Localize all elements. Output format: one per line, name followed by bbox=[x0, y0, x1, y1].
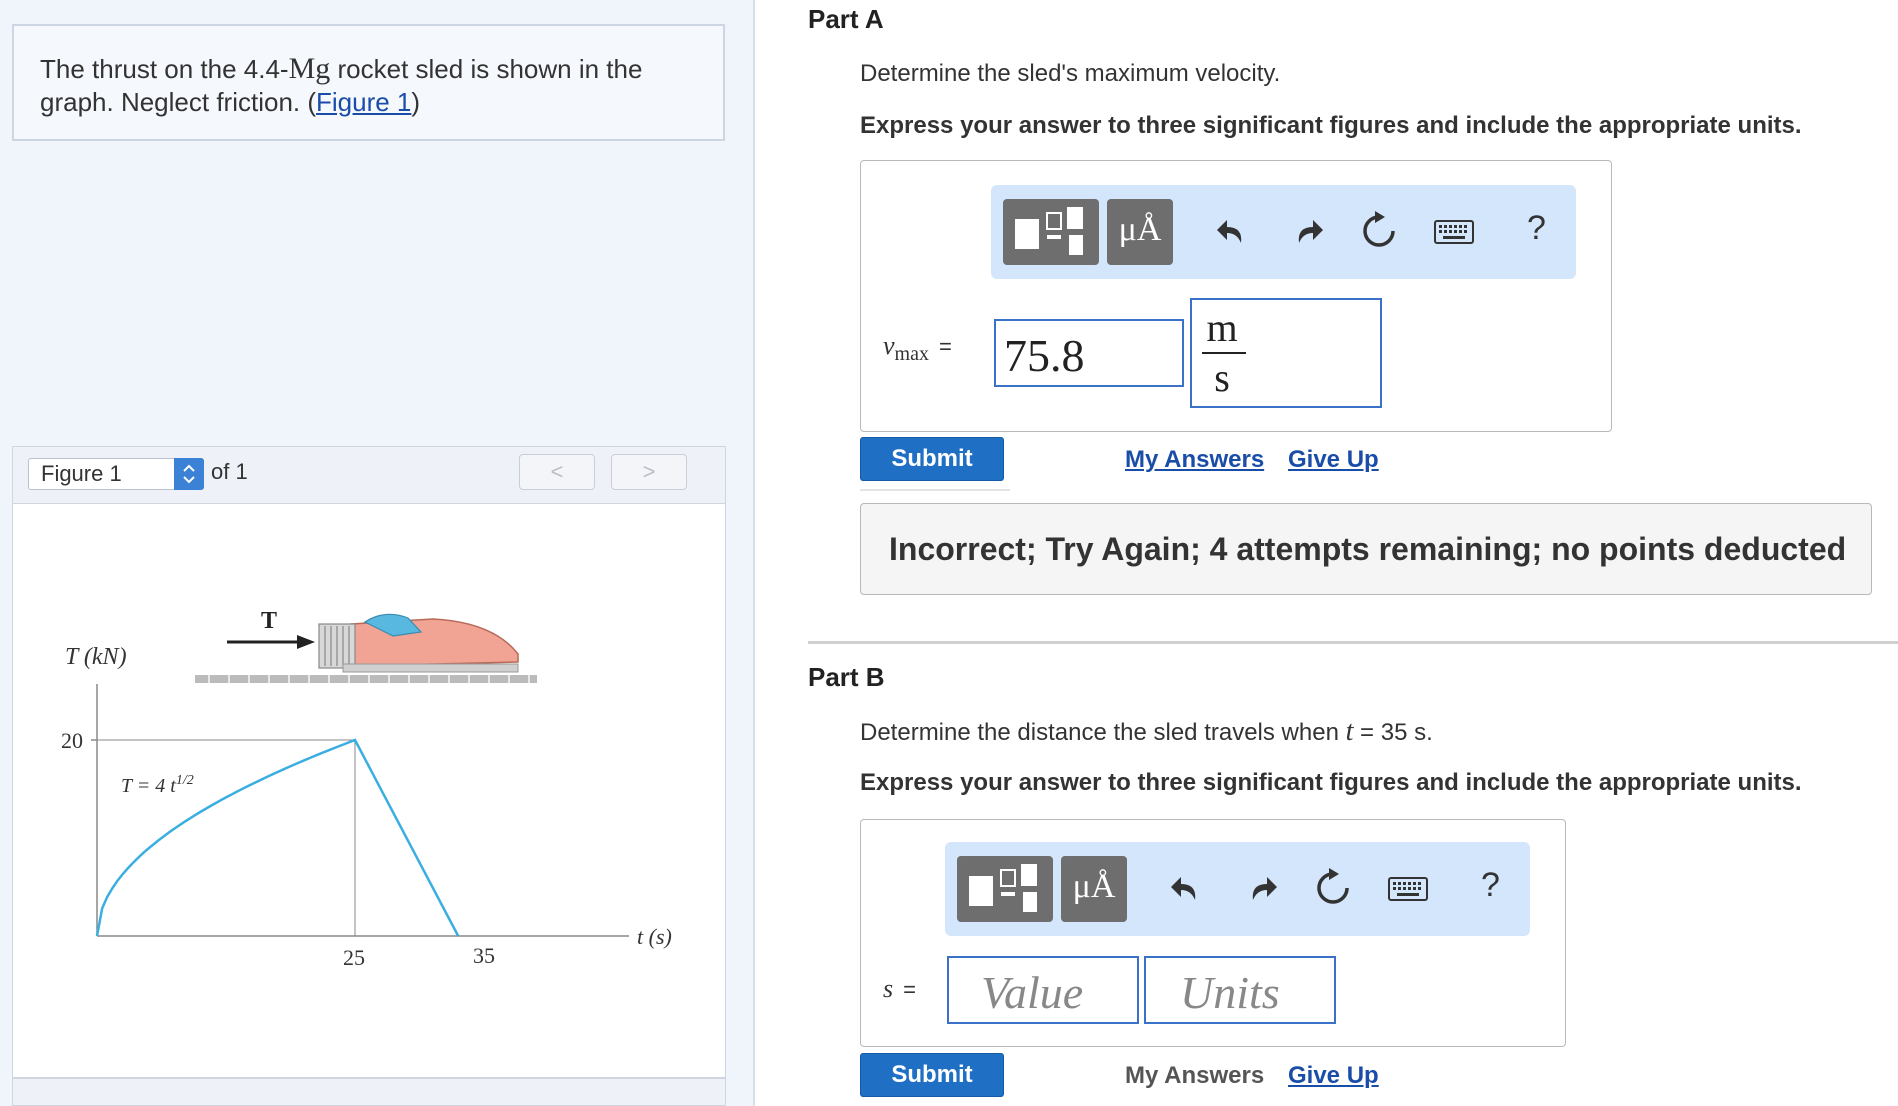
figure-count: of 1 bbox=[211, 459, 248, 484]
figure-select-value: Figure 1 bbox=[41, 461, 122, 486]
s-value-input[interactable]: Value bbox=[947, 956, 1139, 1024]
figure-panel: T T (kN) t (s) 20 25 35 T = 4 t1/2 bbox=[12, 504, 726, 1078]
problem-unit: Mg bbox=[288, 52, 331, 85]
y-tick-label: 20 bbox=[61, 728, 83, 753]
part-a-give-up-link[interactable]: Give Up bbox=[1288, 446, 1379, 474]
part-a-title: Part A bbox=[808, 4, 884, 34]
units-symbols-button[interactable]: μÅ bbox=[1107, 199, 1173, 265]
chevron-right-icon: > bbox=[642, 459, 656, 484]
part-b-question-before: Determine the distance the sled travels … bbox=[860, 719, 1346, 746]
templates-icon bbox=[969, 864, 1037, 912]
x-tick-label: 25 bbox=[343, 945, 365, 970]
chevron-left-icon: < bbox=[550, 459, 564, 484]
mu-angstrom-icon: μÅ bbox=[1118, 211, 1162, 248]
curve-label: T = 4 t1/2 bbox=[121, 773, 194, 797]
part-a-submit-button[interactable]: Submit bbox=[860, 437, 1004, 481]
part-a-toolbar: μÅ ? bbox=[991, 185, 1576, 279]
rail-track bbox=[195, 675, 537, 683]
feedback-message: Incorrect; Try Again; 4 attempts remaini… bbox=[860, 503, 1872, 595]
part-b-submit-button[interactable]: Submit bbox=[860, 1053, 1004, 1097]
part-b-question-after: = 35 s. bbox=[1353, 719, 1433, 746]
keyboard-icon[interactable] bbox=[1383, 866, 1433, 910]
x-tick-label: 35 bbox=[473, 943, 495, 968]
curve-label-main: T = 4 t bbox=[121, 775, 176, 797]
help-icon[interactable]: ? bbox=[1527, 209, 1546, 248]
vmax-value: 75.8 bbox=[1004, 330, 1085, 381]
part-a-instruction: Express your answer to three significant… bbox=[860, 112, 1802, 139]
curve-label-exponent: 1/2 bbox=[176, 773, 194, 788]
part-divider bbox=[808, 641, 1898, 644]
units-placeholder: Units bbox=[1180, 967, 1280, 1018]
vmax-units-input[interactable]: m s bbox=[1190, 298, 1382, 408]
x-axis-label: t (s) bbox=[637, 924, 672, 949]
figure-footer bbox=[12, 1078, 726, 1106]
thrust-curve bbox=[95, 738, 460, 937]
thrust-graph: T T (kN) t (s) 20 25 35 T = 4 t1/2 bbox=[61, 608, 672, 970]
unit-numerator: m bbox=[1206, 305, 1238, 350]
part-b-my-answers-label: My Answers bbox=[1125, 1062, 1265, 1089]
thrust-arrow-icon bbox=[227, 635, 315, 649]
undo-icon[interactable] bbox=[1165, 866, 1209, 910]
next-figure-button[interactable]: > bbox=[611, 454, 687, 490]
value-placeholder: Value bbox=[981, 967, 1084, 1018]
s-label: s = bbox=[883, 974, 916, 1004]
part-b-give-up-link[interactable]: Give Up bbox=[1288, 1062, 1379, 1090]
problem-close-paren: ) bbox=[411, 87, 421, 117]
figure-navigation: Figure 1 of 1 < > bbox=[12, 446, 726, 504]
thrust-label: T bbox=[261, 608, 277, 634]
units-symbols-button[interactable]: μÅ bbox=[1061, 856, 1127, 922]
problem-text-before: The thrust on the 4.4- bbox=[40, 54, 289, 84]
reset-icon[interactable] bbox=[1311, 866, 1355, 910]
templates-icon bbox=[1015, 207, 1083, 255]
problem-statement: The thrust on the 4.4-Mg rocket sled is … bbox=[12, 24, 725, 141]
help-icon[interactable]: ? bbox=[1481, 866, 1500, 905]
vmax-var: v bbox=[883, 331, 895, 360]
submit-underline bbox=[860, 489, 1010, 491]
vmax-value-input[interactable]: 75.8 bbox=[994, 319, 1184, 387]
part-b-instruction: Express your answer to three significant… bbox=[860, 769, 1802, 796]
s-var: s bbox=[883, 974, 894, 1003]
redo-icon[interactable] bbox=[1239, 866, 1283, 910]
select-arrows-icon bbox=[174, 458, 204, 490]
templates-button[interactable] bbox=[1003, 199, 1099, 265]
y-axis-label: T (kN) bbox=[65, 644, 127, 670]
part-b-answer-box: μÅ ? s = Value Units bbox=[860, 819, 1566, 1047]
vmax-subscript: max bbox=[894, 343, 929, 365]
prev-figure-button[interactable]: < bbox=[519, 454, 595, 490]
part-a-question: Determine the sled's maximum velocity. bbox=[860, 60, 1281, 87]
unit-denominator: s bbox=[1214, 355, 1230, 400]
mu-angstrom-icon: μÅ bbox=[1072, 868, 1116, 905]
part-a-my-answers-link[interactable]: My Answers bbox=[1125, 446, 1264, 474]
fraction-bar bbox=[1202, 352, 1246, 354]
vmax-label: vmax = bbox=[883, 331, 952, 365]
part-b-toolbar: μÅ ? bbox=[945, 842, 1530, 936]
vmax-equals: = bbox=[938, 334, 952, 359]
figure-link[interactable]: Figure 1 bbox=[316, 87, 411, 117]
part-b-question: Determine the distance the sled travels … bbox=[860, 716, 1433, 748]
rocket-sled-icon bbox=[318, 613, 519, 673]
templates-button[interactable] bbox=[957, 856, 1053, 922]
undo-icon[interactable] bbox=[1211, 209, 1255, 253]
left-panel: The thrust on the 4.4-Mg rocket sled is … bbox=[0, 0, 755, 1106]
redo-icon[interactable] bbox=[1285, 209, 1329, 253]
figure-select[interactable]: Figure 1 bbox=[28, 458, 204, 490]
s-equals: = bbox=[903, 977, 916, 1002]
part-a-answer-box: μÅ ? vmax = 75.8 m s bbox=[860, 160, 1612, 432]
part-b-title: Part B bbox=[808, 662, 885, 692]
keyboard-icon[interactable] bbox=[1429, 209, 1479, 253]
reset-icon[interactable] bbox=[1357, 209, 1401, 253]
s-units-input[interactable]: Units bbox=[1144, 956, 1336, 1024]
